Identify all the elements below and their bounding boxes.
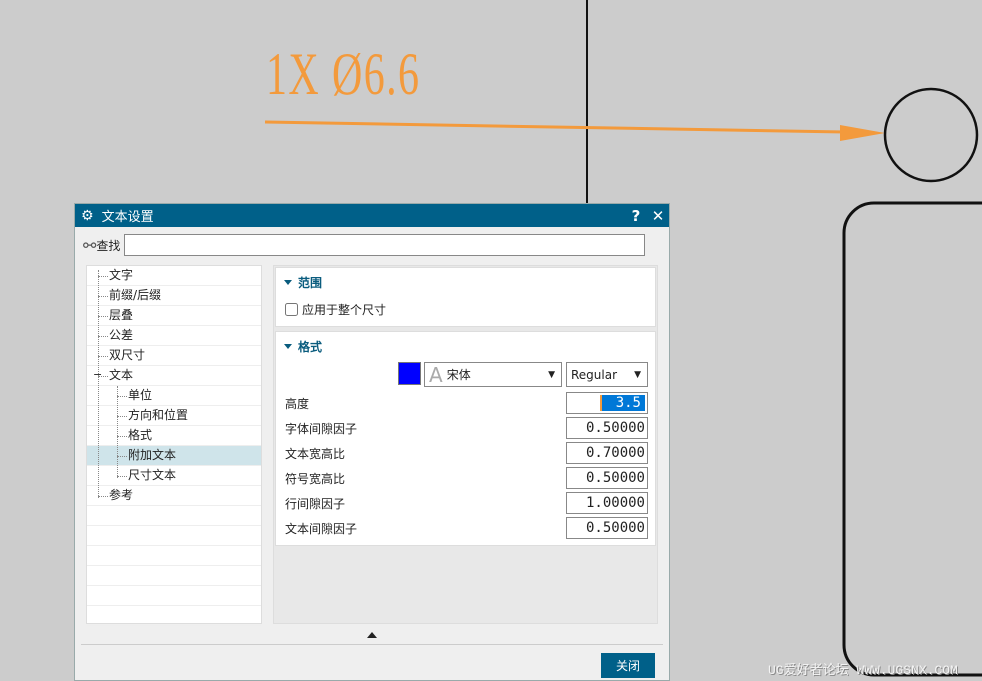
tree-item-label: 尺寸文本 [128, 468, 177, 482]
help-button[interactable]: ? [625, 207, 647, 225]
tree-item-label: 层叠 [109, 308, 134, 322]
style-value: Regular [571, 367, 618, 382]
format-section: 格式 A 宋体 ▼ Regular ▼ 高度 3.5 字体间隙因子 0.50000… [275, 331, 656, 546]
field-value: 0.50000 [585, 470, 645, 486]
tree-connector [117, 436, 127, 437]
field-value: 1.00000 [585, 495, 645, 511]
dimension-text[interactable]: 1X Ø6.6 [266, 40, 420, 109]
numeric-field[interactable]: 0.70000 [566, 442, 648, 464]
tree-empty-row [87, 586, 261, 606]
numeric-field[interactable]: 3.5 [566, 392, 648, 414]
hole-circle [883, 87, 979, 183]
tree-item[interactable]: 双尺寸 [87, 346, 261, 366]
divider [81, 644, 663, 645]
search-input[interactable] [124, 234, 646, 256]
tree-item[interactable]: 附加文本 [87, 446, 261, 466]
tree-connector [98, 276, 108, 277]
chevron-down-icon: ▼ [634, 369, 641, 380]
tree-item-label: 单位 [128, 388, 153, 402]
tree-connector [98, 296, 108, 297]
format-header[interactable]: 格式 [276, 332, 655, 355]
tree-connector [98, 270, 99, 498]
field-label: 高度 [285, 397, 310, 411]
tree-empty-row [87, 606, 261, 626]
leader-line [264, 120, 846, 134]
tree-connector [98, 316, 108, 317]
tree-item[interactable]: 文字 [87, 266, 261, 286]
text-settings-dialog: ⚙ 文本设置 ? ✕ ⚯ 查找 文字前缀/后缀层叠公差双尺寸 − 文本单位方向和位置… [74, 203, 670, 681]
tree-item-label: 参考 [109, 488, 134, 502]
field-label: 行间隙因子 [285, 497, 346, 511]
field-value: 0.70000 [585, 445, 645, 461]
field-label: 文本间隙因子 [285, 522, 358, 536]
tree-connector [117, 456, 127, 457]
tree-empty-row [87, 566, 261, 586]
tree-connector [98, 336, 108, 337]
tree-item-label: 方向和位置 [128, 408, 189, 422]
color-swatch[interactable] [398, 362, 421, 385]
tree-item[interactable]: 方向和位置 [87, 406, 261, 426]
field-label: 文本宽高比 [285, 447, 346, 461]
field-value: 0.50000 [585, 420, 645, 436]
search-label: 查找 [96, 238, 121, 253]
range-section: 范围 应用于整个尺寸 [275, 267, 656, 327]
dialog-titlebar[interactable]: ⚙ 文本设置 ? ✕ [75, 204, 669, 227]
chevron-down-icon: ▼ [548, 369, 555, 380]
category-tree: 文字前缀/后缀层叠公差双尺寸 − 文本单位方向和位置格式附加文本尺寸文本参考 [86, 265, 262, 626]
range-header[interactable]: 范围 [276, 268, 655, 291]
field-value: 3.5 [599, 395, 645, 411]
collapse-arrow-icon[interactable] [367, 632, 377, 638]
tree-connector [117, 476, 127, 477]
tree-connector [117, 416, 127, 417]
part-outline [842, 201, 982, 677]
tree-item[interactable]: 尺寸文本 [87, 466, 261, 486]
tree-item-label: 文字 [109, 268, 134, 282]
style-dropdown[interactable]: Regular ▼ [566, 362, 648, 387]
checkbox[interactable] [285, 303, 298, 316]
tree-item-label: 附加文本 [128, 448, 177, 462]
numeric-field[interactable]: 0.50000 [566, 467, 648, 489]
numeric-field[interactable]: 0.50000 [566, 417, 648, 439]
font-value: 宋体 [446, 368, 471, 382]
tree-item[interactable]: 公差 [87, 326, 261, 346]
close-button[interactable]: 关闭 [601, 653, 655, 678]
numeric-field[interactable]: 1.00000 [566, 492, 648, 514]
checkbox-label: 应用于整个尺寸 [302, 303, 387, 317]
tree-item[interactable]: 参考 [87, 486, 261, 506]
tree-empty-row [87, 546, 261, 566]
tree-item-label: 公差 [109, 328, 134, 342]
leader-arrowhead [840, 125, 885, 141]
field-value: 0.50000 [585, 520, 645, 536]
dialog-title: 文本设置 [101, 210, 154, 225]
numeric-field[interactable]: 0.50000 [566, 517, 648, 539]
search-row: ⚯ 查找 [83, 234, 646, 256]
tree-item[interactable]: 层叠 [87, 306, 261, 326]
settings-panel: 范围 应用于整个尺寸 格式 A 宋体 ▼ Regular ▼ 高度 3.5 字体间… [273, 265, 658, 624]
tree-connector [117, 396, 127, 397]
tree-item-label: 前缀/后缀 [109, 288, 162, 302]
watermark: UG爱好者论坛 WWW.UGSNX.COM [768, 663, 958, 678]
font-icon: A [429, 362, 443, 387]
tree-item[interactable]: 格式 [87, 426, 261, 446]
tree-item-label: 格式 [128, 428, 153, 442]
tree-item[interactable]: 单位 [87, 386, 261, 406]
binoculars-icon: ⚯ [83, 235, 97, 255]
tree-empty-row [87, 506, 261, 526]
tree-item-label: 双尺寸 [109, 348, 146, 362]
font-dropdown[interactable]: A 宋体 ▼ [424, 362, 562, 387]
close-icon[interactable]: ✕ [647, 207, 669, 225]
tree-empty-row [87, 526, 261, 546]
tree-connector [98, 356, 108, 357]
tree-connector [98, 496, 108, 497]
tree-item-label: 文本 [109, 368, 134, 382]
tree-item[interactable]: 前缀/后缀 [87, 286, 261, 306]
tree-item[interactable]: − 文本 [87, 366, 261, 386]
tree-connector [117, 386, 118, 478]
field-label: 符号宽高比 [285, 472, 346, 486]
gear-icon: ⚙ [81, 207, 94, 224]
field-label: 字体间隙因子 [285, 422, 358, 436]
apply-whole-dimension-checkbox[interactable]: 应用于整个尺寸 [285, 301, 386, 318]
